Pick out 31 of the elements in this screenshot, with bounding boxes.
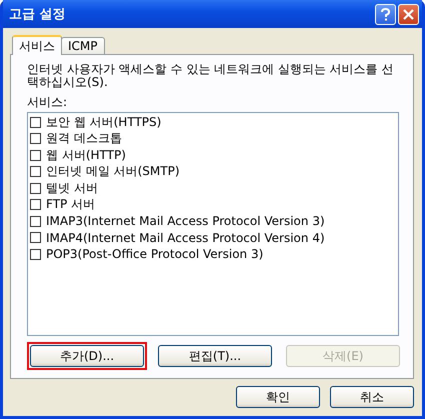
description-text: 인터넷 사용자가 액세스할 수 있는 네트워크에 실행되는 서비스를 선택하십시오(S).: [27, 63, 395, 89]
service-label[interactable]: IMAP4(Internet Mail Access Protocol Version 4): [46, 230, 325, 245]
list-action-button[interactable]: 편집(T)...: [158, 345, 272, 367]
tab[interactable]: 서비스: [12, 35, 62, 55]
services-label: 서비스:: [27, 94, 68, 111]
checkbox[interactable]: [30, 150, 41, 161]
checkbox[interactable]: [30, 116, 41, 128]
help-icon: [380, 8, 391, 20]
service-label[interactable]: POP3(Post-Office Protocol Version 3): [46, 247, 264, 262]
help-button[interactable]: [375, 4, 396, 24]
close-icon: [403, 8, 414, 20]
service-label[interactable]: 웹 서버(HTTP): [46, 146, 126, 164]
list-action-button[interactable]: 추가(D)...: [30, 345, 144, 367]
tab[interactable]: ICMP: [61, 37, 105, 54]
checkbox[interactable]: [30, 232, 41, 244]
checkbox[interactable]: [30, 182, 41, 194]
dialog-button[interactable]: 확인: [236, 386, 320, 408]
service-label[interactable]: IMAP3(Internet Mail Access Protocol Version 3): [46, 214, 325, 228]
dialog-button[interactable]: 취소: [330, 386, 414, 408]
window-title: 고급 설정: [9, 6, 66, 23]
service-label[interactable]: 인터넷 메일 서버(SMTP): [46, 163, 180, 180]
service-label[interactable]: 원격 데스크톱: [46, 130, 122, 148]
service-label[interactable]: 보안 웹 서버(HTTPS): [46, 114, 162, 131]
checkbox[interactable]: [30, 199, 41, 210]
service-label[interactable]: 텔넷 서버: [46, 180, 98, 197]
checkbox[interactable]: [30, 216, 41, 227]
checkbox[interactable]: [30, 248, 41, 260]
close-button[interactable]: [398, 4, 419, 24]
checkbox[interactable]: [30, 133, 41, 144]
service-label[interactable]: FTP 서버: [46, 196, 96, 214]
checkbox[interactable]: [30, 166, 41, 178]
